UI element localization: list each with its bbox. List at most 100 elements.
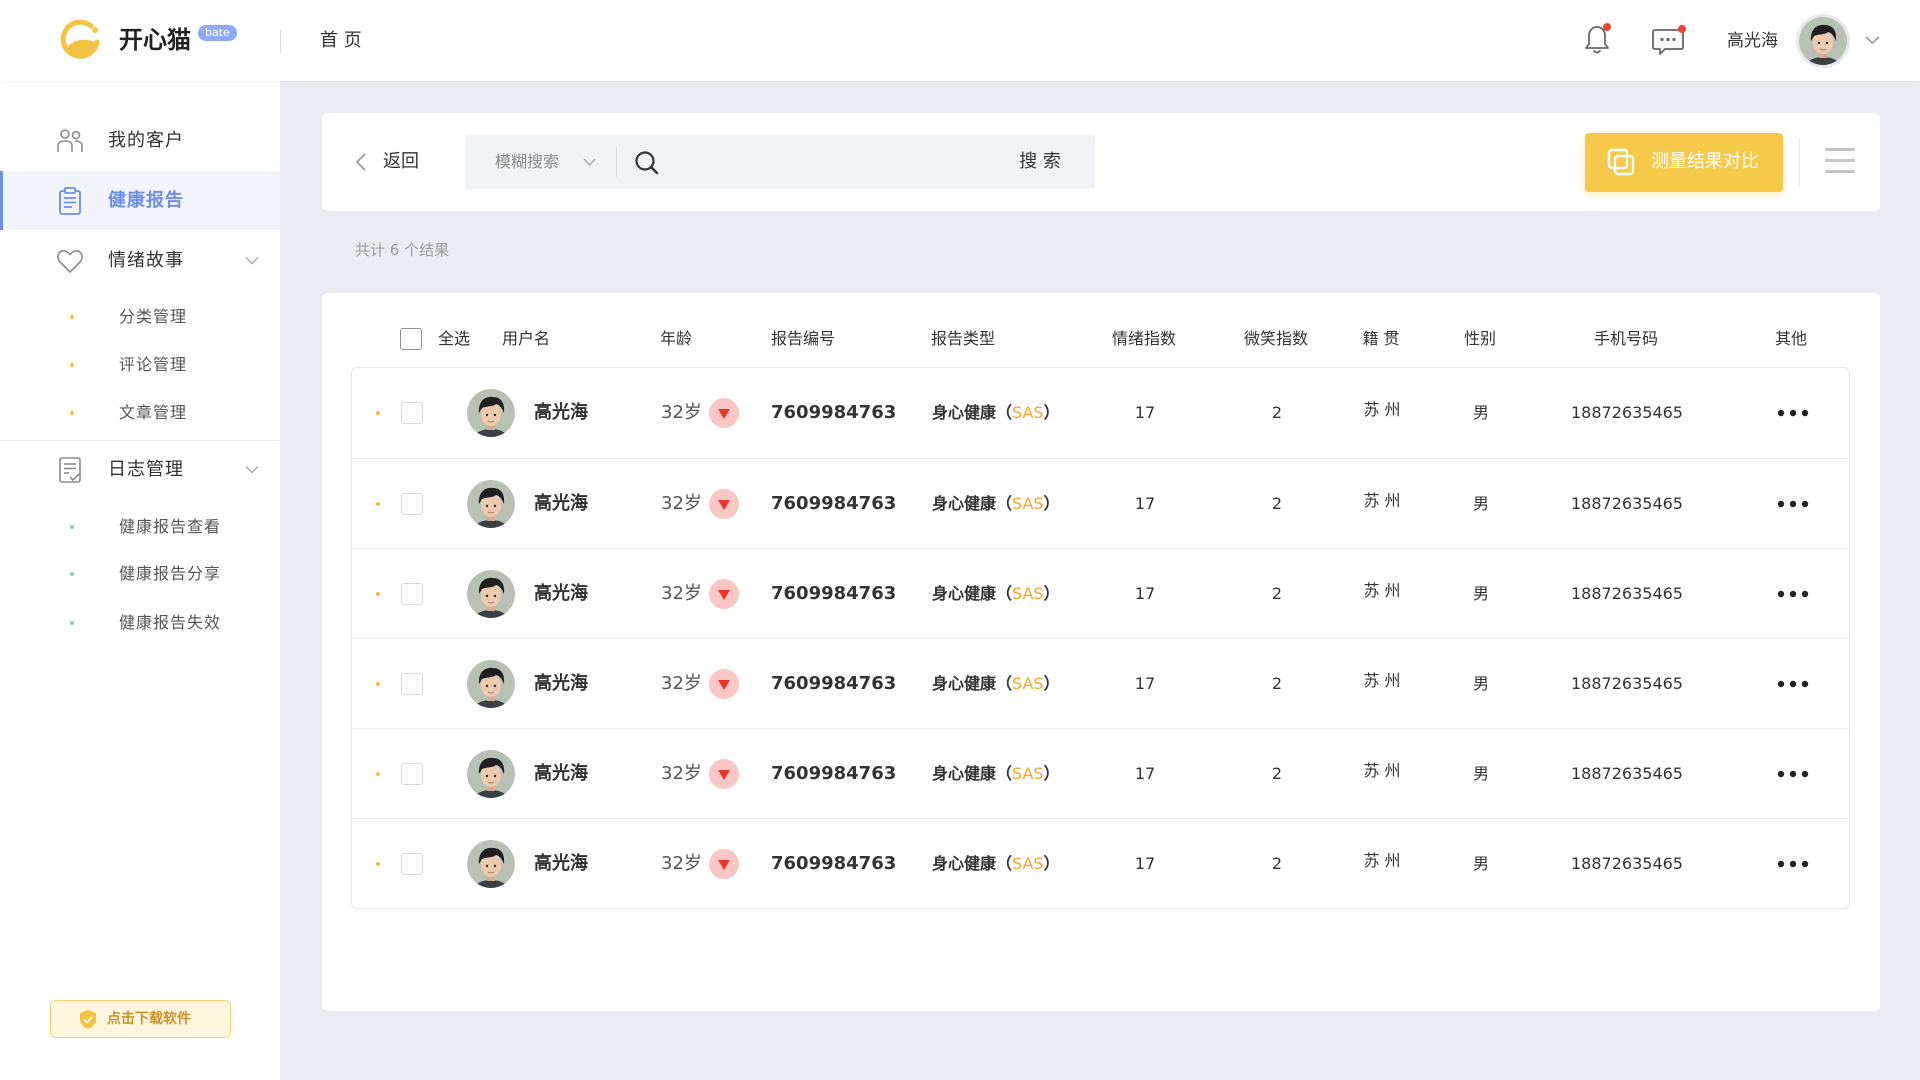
more-options-icon[interactable] [1776, 499, 1810, 509]
emotion-index: 17 [1134, 583, 1156, 603]
notifications-button[interactable] [1581, 22, 1613, 58]
report-type-code: SAS [1012, 583, 1044, 603]
search-mode-dropdown[interactable]: 模糊搜索 [465, 135, 615, 189]
user-name[interactable]: 高光海 [534, 763, 588, 785]
emotion-index: 17 [1134, 673, 1156, 693]
download-software-button[interactable]: 点击下载软件 [50, 1000, 231, 1038]
report-type-paren: （ [996, 763, 1013, 783]
column-header: 性别 [1463, 329, 1496, 348]
back-button[interactable]: 返回 [350, 143, 434, 181]
table-row[interactable]: 高光海 32岁 7609984763 身心健康（SAS） 17 2 苏 州 男 … [352, 548, 1849, 638]
report-type-code: SAS [1012, 493, 1044, 513]
search-toolbar: 返回 模糊搜索 搜 索 测量结果对比 [322, 113, 1880, 211]
select-all-checkbox[interactable] [400, 328, 422, 350]
chevron-down-icon[interactable] [1864, 34, 1881, 46]
gender: 男 [1472, 583, 1489, 603]
user-age: 32岁 [661, 402, 702, 423]
table-row[interactable]: 高光海 32岁 7609984763 身心健康（SAS） 17 2 苏 州 男 … [352, 818, 1849, 908]
user-age: 32岁 [661, 762, 702, 784]
row-checkbox[interactable] [401, 493, 423, 515]
report-number: 7609984763 [771, 582, 897, 604]
user-name[interactable]: 高光海 [534, 402, 588, 424]
more-options-icon[interactable] [1776, 589, 1810, 599]
sidebar-item-customers[interactable]: 我的客户 [0, 117, 280, 165]
sidebar-divider [0, 440, 280, 441]
chevron-down-icon [245, 256, 259, 266]
user-avatar[interactable] [1796, 14, 1850, 68]
sidebar-subitem-report-view[interactable]: 健康报告查看 [0, 507, 280, 547]
user-name[interactable]: 高光海 [534, 853, 588, 875]
compare-label: 测量结果对比 [1651, 151, 1759, 172]
report-type: 身心健康（SAS） [932, 402, 1060, 424]
bullet-dot [70, 621, 74, 625]
user-name[interactable]: 高光海 [534, 583, 588, 605]
table-row[interactable]: 高光海 32岁 7609984763 身心健康（SAS） 17 2 苏 州 男 … [352, 368, 1849, 458]
messages-button[interactable] [1649, 24, 1687, 58]
row-checkbox[interactable] [401, 583, 423, 605]
row-checkbox[interactable] [401, 853, 423, 875]
down-trend-icon [709, 759, 739, 789]
select-all-label[interactable]: 全选 [438, 328, 470, 350]
sidebar-subitem-label: 分类管理 [119, 307, 188, 326]
more-options-icon[interactable] [1776, 859, 1810, 869]
row-checkbox[interactable] [401, 673, 423, 695]
sidebar-subitem-label: 评论管理 [119, 355, 188, 374]
sidebar-subitem-report-share[interactable]: 健康报告分享 [0, 554, 280, 594]
smile-index: 2 [1271, 583, 1283, 603]
sidebar-subitem-category[interactable]: 分类管理 [0, 297, 280, 337]
table-row[interactable]: 高光海 32岁 7609984763 身心健康（SAS） 17 2 苏 州 男 … [352, 728, 1849, 818]
sidebar-item-emotion-story[interactable]: 情绪故事 [0, 237, 280, 285]
row-checkbox[interactable] [401, 402, 423, 424]
more-options-icon[interactable] [1776, 679, 1810, 689]
logo[interactable]: 开心猫 bate [50, 10, 250, 70]
user-name[interactable]: 高光海 [534, 493, 588, 515]
report-type-paren: ） [1043, 853, 1060, 873]
notification-dot [1603, 23, 1611, 31]
brand-name: 开心猫 [119, 26, 191, 54]
sidebar-subitem-comments[interactable]: 评论管理 [0, 345, 280, 385]
report-type: 身心健康（SAS） [932, 763, 1060, 785]
row-bullet-dot [376, 682, 380, 686]
sidebar-subitem-label: 健康报告分享 [119, 564, 222, 583]
search-button[interactable]: 搜 索 [995, 135, 1085, 189]
row-bullet-dot [376, 502, 380, 506]
sidebar-item-log[interactable]: 日志管理 [0, 446, 280, 494]
search-divider [616, 147, 617, 177]
sidebar-subitem-label: 文章管理 [119, 403, 188, 422]
sidebar-subitem-report-expired[interactable]: 健康报告失效 [0, 603, 280, 643]
sidebar-subitem-articles[interactable]: 文章管理 [0, 393, 280, 433]
header-username[interactable]: 高光海 [1727, 31, 1778, 51]
table-body: 高光海 32岁 7609984763 身心健康（SAS） 17 2 苏 州 男 … [351, 367, 1850, 909]
compare-results-button[interactable]: 测量结果对比 [1585, 133, 1783, 192]
menu-icon[interactable] [1824, 148, 1856, 175]
customers-icon [55, 126, 85, 156]
row-checkbox[interactable] [401, 763, 423, 785]
more-options-icon[interactable] [1776, 769, 1810, 779]
more-options-icon[interactable] [1776, 408, 1810, 418]
column-header: 年龄 [660, 329, 693, 348]
report-number: 7609984763 [771, 402, 897, 423]
report-number: 7609984763 [771, 492, 897, 514]
emotion-index: 17 [1134, 403, 1156, 422]
phone-number: 18872635465 [1571, 583, 1683, 603]
table-row[interactable]: 高光海 32岁 7609984763 身心健康（SAS） 17 2 苏 州 男 … [352, 638, 1849, 728]
report-number: 7609984763 [771, 762, 897, 784]
user-name[interactable]: 高光海 [534, 673, 588, 695]
log-icon [55, 455, 85, 485]
compare-icon [1607, 148, 1635, 176]
user-avatar [467, 840, 515, 888]
gender: 男 [1472, 673, 1489, 693]
report-type-paren: （ [996, 583, 1013, 603]
smile-index: 2 [1271, 673, 1283, 693]
user-avatar [467, 480, 515, 528]
smile-index: 2 [1271, 493, 1283, 513]
down-trend-icon [709, 849, 739, 879]
search-input[interactable] [669, 135, 991, 189]
down-trend-icon [709, 579, 739, 609]
sidebar-item-health-report[interactable]: 健康报告 [0, 171, 280, 230]
table-row[interactable]: 高光海 32岁 7609984763 身心健康（SAS） 17 2 苏 州 男 … [352, 458, 1849, 548]
nav-home-link[interactable]: 首 页 [320, 30, 362, 52]
report-type-name: 身心健康 [932, 493, 997, 513]
report-type-paren: ） [1043, 673, 1060, 693]
chevron-down-icon [583, 158, 596, 167]
